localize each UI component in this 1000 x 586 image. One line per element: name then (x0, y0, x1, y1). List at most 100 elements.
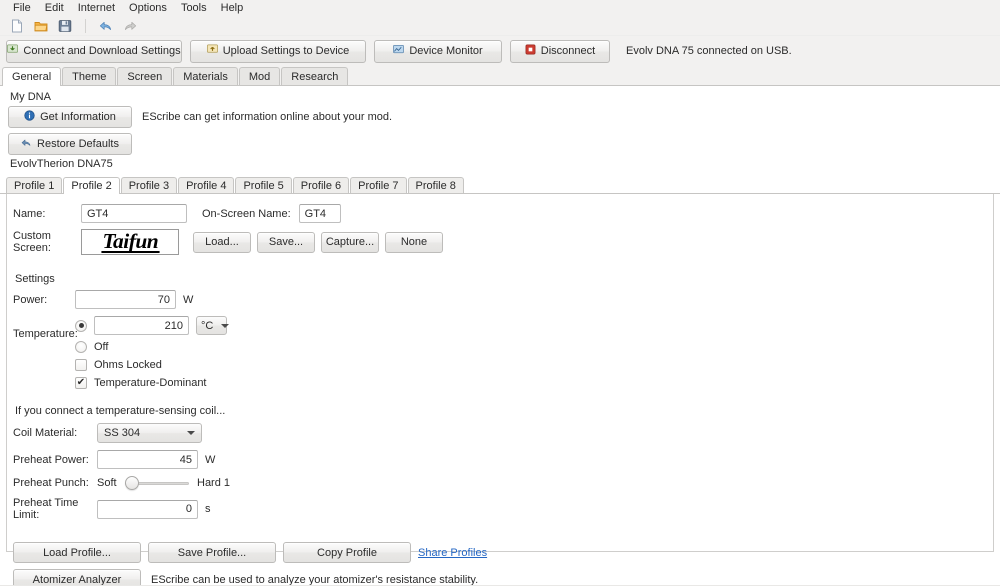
settings-group-label: Settings (15, 273, 993, 285)
profile-tab-4[interactable]: Profile 4 (178, 177, 234, 193)
custom-screen-load-button[interactable]: Load... (193, 232, 251, 253)
profile-actions: Load Profile... Save Profile... Copy Pro… (7, 521, 993, 586)
menu-item-options[interactable]: Options (122, 0, 174, 16)
toolbar-separator (85, 19, 86, 33)
atomizer-analyzer-note: EScribe can be used to analyze your atom… (151, 574, 478, 586)
chevron-down-icon (221, 324, 229, 328)
tab-materials[interactable]: Materials (173, 67, 238, 85)
coil-section-note: If you connect a temperature-sensing coi… (15, 405, 993, 417)
get-information-label: Get Information (40, 111, 116, 123)
temperature-on-radio[interactable] (75, 320, 87, 332)
preheat-time-limit-label: Preheat Time Limit: (13, 497, 97, 521)
upload-icon (207, 44, 218, 58)
profile-tab-7[interactable]: Profile 7 (350, 177, 406, 193)
preheat-punch-min-label: Soft (97, 477, 125, 489)
power-input[interactable]: 70 (75, 290, 176, 309)
profile-tab-6[interactable]: Profile 6 (293, 177, 349, 193)
undo-icon[interactable] (99, 19, 113, 33)
custom-screen-preview[interactable]: Taifun (81, 229, 179, 255)
profile-tab-strip: Profile 1 Profile 2 Profile 3 Profile 4 … (0, 176, 1000, 194)
power-unit-label: W (183, 294, 193, 306)
get-information-button[interactable]: Get Information (8, 106, 132, 128)
custom-screen-logo-text: Taifun (101, 231, 159, 253)
chevron-down-icon (187, 431, 195, 435)
info-icon (24, 110, 35, 124)
connect-icon (7, 44, 18, 58)
slider-handle[interactable] (125, 476, 139, 490)
open-folder-icon[interactable] (34, 19, 48, 33)
load-profile-button[interactable]: Load Profile... (13, 542, 141, 563)
general-tab-content: My DNA Get Information EScribe can get i… (0, 86, 1000, 586)
menu-bar: File Edit Internet Options Tools Help (0, 0, 1000, 16)
profile-panel: Name: GT4 On-Screen Name: GT4 Custom Scr… (6, 194, 994, 552)
monitor-icon (393, 44, 404, 58)
ohms-locked-label: Ohms Locked (94, 359, 162, 371)
preheat-time-limit-input[interactable]: 0 (97, 500, 198, 519)
preheat-power-label: Preheat Power: (13, 454, 97, 466)
menu-item-tools[interactable]: Tools (174, 0, 214, 16)
disconnect-icon (525, 44, 536, 58)
main-tab-strip: General Theme Screen Materials Mod Resea… (0, 66, 1000, 86)
coil-material-value: SS 304 (104, 427, 140, 439)
menu-item-internet[interactable]: Internet (71, 0, 122, 16)
connect-and-download-settings-label: Connect and Download Settings (23, 45, 180, 57)
connect-and-download-settings-button[interactable]: Connect and Download Settings (6, 40, 182, 63)
restore-defaults-button[interactable]: Restore Defaults (8, 133, 132, 155)
preheat-punch-slider[interactable] (125, 476, 189, 490)
tab-theme[interactable]: Theme (62, 67, 116, 85)
ohms-locked-checkbox[interactable] (75, 359, 87, 371)
custom-screen-save-button[interactable]: Save... (257, 232, 315, 253)
settings-section: Settings Power: 70 W Temperature: 210 °C (7, 255, 993, 389)
upload-settings-to-device-button[interactable]: Upload Settings to Device (190, 40, 366, 63)
preheat-power-unit-label: W (205, 454, 215, 466)
share-profiles-link[interactable]: Share Profiles (418, 547, 487, 559)
preheat-power-input[interactable]: 45 (97, 450, 198, 469)
temperature-unit-select[interactable]: °C (196, 316, 227, 335)
atomizer-analyzer-button[interactable]: Atomizer Analyzer (13, 569, 141, 586)
device-monitor-label: Device Monitor (409, 45, 482, 57)
coil-section: If you connect a temperature-sensing coi… (7, 389, 993, 521)
tab-research[interactable]: Research (281, 67, 348, 85)
icon-toolbar (0, 16, 1000, 36)
coil-material-label: Coil Material: (13, 427, 97, 439)
temperature-dominant-label: Temperature-Dominant (94, 377, 207, 389)
tab-screen[interactable]: Screen (117, 67, 172, 85)
preheat-punch-max-label: Hard 1 (197, 477, 230, 489)
redo-icon[interactable] (123, 19, 137, 33)
profile-tab-2[interactable]: Profile 2 (63, 177, 119, 194)
save-floppy-icon[interactable] (58, 19, 72, 33)
device-monitor-button[interactable]: Device Monitor (374, 40, 502, 63)
connection-status-text: Evolv DNA 75 connected on USB. (626, 45, 792, 57)
get-information-note: EScribe can get information online about… (142, 111, 392, 123)
upload-settings-to-device-label: Upload Settings to Device (223, 45, 350, 57)
temperature-input[interactable]: 210 (94, 316, 189, 335)
onscreen-name-input[interactable]: GT4 (299, 204, 341, 223)
temperature-off-radio[interactable] (75, 341, 87, 353)
profile-tab-3[interactable]: Profile 3 (121, 177, 177, 193)
save-profile-button[interactable]: Save Profile... (148, 542, 276, 563)
power-label: Power: (13, 294, 75, 306)
menu-item-help[interactable]: Help (214, 0, 251, 16)
device-model-name: EvolvTherion DNA75 (10, 158, 992, 170)
disconnect-button[interactable]: Disconnect (510, 40, 610, 63)
copy-profile-button[interactable]: Copy Profile (283, 542, 411, 563)
new-document-icon[interactable] (10, 19, 24, 33)
profile-tab-5[interactable]: Profile 5 (235, 177, 291, 193)
profile-tab-1[interactable]: Profile 1 (6, 177, 62, 193)
menu-item-edit[interactable]: Edit (38, 0, 71, 16)
my-dna-section: My DNA Get Information EScribe can get i… (0, 86, 1000, 170)
temperature-off-label: Off (94, 341, 108, 353)
restore-defaults-label: Restore Defaults (37, 138, 119, 150)
tab-general[interactable]: General (2, 67, 61, 86)
tab-mod[interactable]: Mod (239, 67, 280, 85)
menu-item-file[interactable]: File (6, 0, 38, 16)
name-input[interactable]: GT4 (81, 204, 187, 223)
coil-material-select[interactable]: SS 304 (97, 423, 202, 443)
custom-screen-capture-button[interactable]: Capture... (321, 232, 379, 253)
custom-screen-label: Custom Screen: (13, 230, 81, 254)
custom-screen-none-button[interactable]: None (385, 232, 443, 253)
my-dna-group-label: My DNA (10, 91, 992, 103)
preheat-time-limit-unit-label: s (205, 503, 211, 515)
temperature-dominant-checkbox[interactable]: ✔ (75, 377, 87, 389)
profile-tab-8[interactable]: Profile 8 (408, 177, 464, 193)
